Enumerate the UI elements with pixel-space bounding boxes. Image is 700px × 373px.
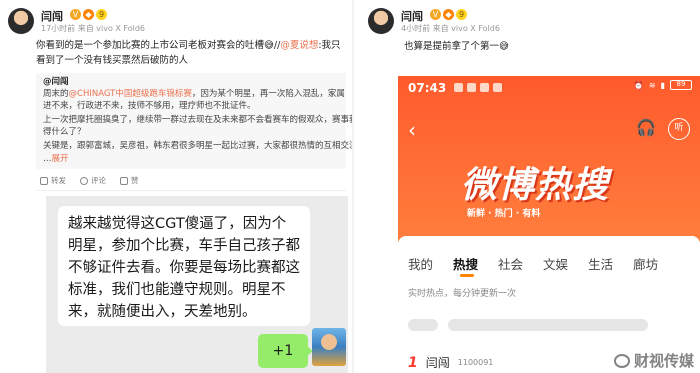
tab-life[interactable]: 生活: [588, 254, 613, 273]
alarm-icon: ⏰: [633, 80, 644, 90]
smile-emoji-icon: 😅: [264, 40, 274, 51]
rank-title: 闫闯: [425, 356, 450, 370]
hot-search-item[interactable]: 1 闫闯 1100091: [408, 354, 493, 371]
app-notification-icon: [480, 83, 489, 92]
mention-link[interactable]: @夏说想: [280, 40, 318, 51]
tab-mine[interactable]: 我的: [408, 254, 433, 273]
member-badge-icon: ◆: [83, 9, 94, 20]
share-button[interactable]: 转发: [40, 175, 66, 186]
tab-hot-search[interactable]: 热搜: [453, 254, 478, 273]
hot-search-banner: 07:43 ⏰ ≋ ▮ 89 ‹ 🎧 听 微博热搜 新鲜 · 热门 · 有料: [398, 76, 700, 244]
smile-emoji-icon: 😅: [499, 41, 509, 52]
status-bar: 07:43 ⏰ ≋ ▮ 89: [398, 76, 700, 98]
retweet-text-a: 周末的: [43, 89, 69, 99]
share-icon: [40, 176, 48, 185]
retweet-line-4: 得什么了？: [43, 127, 86, 137]
post-text: 也算是提前拿了个第一😅: [404, 38, 509, 52]
wifi-icon: ≋: [648, 80, 656, 90]
post-text-main: 你看到的是一个参加比赛的上市公司老板对赛会的吐槽: [36, 40, 265, 51]
chat-message: 越来越觉得这CGT傻逼了，因为个明星，参加个比赛，车手自己孩子都不够证件去看。你…: [58, 206, 310, 326]
comment-label: 评论: [91, 176, 106, 185]
retweet-line-1: 周末的@CHINAGT中国超级跑车锦标赛，因为某个明星，再一次陷入混乱，家属: [43, 88, 345, 100]
rank-heat: 1100091: [457, 358, 494, 367]
watermark-text: 财视传媒: [633, 352, 694, 370]
signal-icon: ▮: [660, 80, 665, 90]
post-text-main: 也算是提前拿了个第一: [404, 41, 500, 52]
back-arrow-icon[interactable]: ‹: [408, 120, 416, 140]
hot-search-tabs: 我的 热搜 社会 文娱 生活 廊坊: [408, 254, 658, 273]
banner-actions: 🎧 听: [636, 118, 690, 140]
user-badges: V ◆ 9: [70, 9, 107, 20]
comment-icon: [80, 176, 88, 185]
retweet-line-3: 上一次把摩托圈搞臭了，继续带一群过去现在及未来都不会看赛车的假观众，赛事获: [43, 115, 358, 125]
blurred-pinned-item: [408, 316, 693, 334]
right-post: 闫闯 V ◆ 9 4小时前 来自 vivo X Fold6 也算是提前拿了个第一…: [354, 0, 700, 373]
level-badge-icon: 9: [456, 9, 467, 20]
post-text: 你看到的是一个参加比赛的上市公司老板对赛会的吐槽😅//@夏说想:我只看到了一个没…: [36, 38, 346, 68]
retweet-card[interactable]: @闫闯 周末的@CHINAGT中国超级跑车锦标赛，因为某个明星，再一次陷入混乱，…: [36, 73, 358, 169]
divider: [36, 190, 346, 191]
tab-society[interactable]: 社会: [498, 254, 523, 273]
v-badge-icon: V: [70, 9, 81, 20]
member-badge-icon: ◆: [443, 9, 454, 20]
left-post: 闫闯 V ◆ 9 17小时前 来自 vivo X Fold6 你看到的是一个参加…: [0, 0, 358, 373]
retweet-expand-row: …展开: [43, 153, 69, 165]
reply-bubble: +1: [258, 334, 313, 368]
notification-icons: [454, 83, 502, 92]
watermark: 财视传媒: [613, 350, 694, 371]
share-label: 转发: [51, 176, 66, 185]
logo-subtitle: 新鲜 · 热门 · 有料: [467, 209, 541, 219]
comment-button[interactable]: 评论: [80, 175, 106, 186]
weibo-hot-search-logo: 微博热搜 新鲜 · 热门 · 有料: [461, 156, 621, 226]
v-badge-icon: V: [430, 9, 441, 20]
retweet-line-2: 进不来，行政进不来，技师不够用，理疗师也不批证件。: [43, 101, 256, 111]
rank-number: 1: [408, 354, 418, 371]
chat-avatar: [312, 328, 346, 366]
retweet-text-b: ，因为某个明星，再一次陷入混乱，家属: [191, 89, 345, 99]
app-notification-icon: [454, 83, 463, 92]
level-badge-icon: 9: [96, 9, 107, 20]
username[interactable]: 闫闯: [401, 8, 423, 24]
phone-screenshot: 07:43 ⏰ ≋ ▮ 89 ‹ 🎧 听 微博热搜 新鲜 · 热门 · 有料 我…: [398, 76, 700, 373]
username[interactable]: 闫闯: [41, 8, 63, 24]
update-note: 实时热点，每分钟更新一次: [408, 289, 517, 299]
chat-screenshot: 越来越觉得这CGT傻逼了，因为个明星，参加个比赛，车手自己孩子都不够证件去看。你…: [46, 196, 348, 373]
screenshot-stage: 闫闯 V ◆ 9 17小时前 来自 vivo X Fold6 你看到的是一个参加…: [0, 0, 700, 373]
user-badges: V ◆ 9: [430, 9, 467, 20]
tab-langfang[interactable]: 廊坊: [633, 254, 658, 273]
post-actions: 转发 评论 赞: [40, 175, 139, 186]
headphones-icon[interactable]: 🎧: [636, 118, 656, 140]
retweet-author-name[interactable]: @闫闯: [43, 77, 69, 87]
retweet-author: @闫闯: [43, 76, 69, 88]
avatar[interactable]: [368, 8, 394, 34]
like-button[interactable]: 赞: [120, 175, 139, 186]
status-right: ⏰ ≋ ▮ 89: [634, 80, 692, 90]
post-header: 闫闯 V ◆ 9 17小时前 来自 vivo X Fold6: [8, 6, 348, 36]
blurred-block: [408, 319, 438, 331]
app-notification-icon: [467, 83, 476, 92]
like-label: 赞: [131, 176, 139, 185]
logo-text: 微博热搜: [461, 165, 610, 206]
avatar[interactable]: [8, 8, 34, 34]
like-icon: [120, 176, 128, 185]
tab-entertainment[interactable]: 文娱: [543, 254, 568, 273]
retweet-line-5: 关键是，跟郭富城，吴彦祖，韩东君很多明星一起比过赛，大家都很热情的互相交流: [43, 141, 358, 151]
active-tab-indicator: [460, 274, 474, 277]
post-meta: 17小时前 来自 vivo X Fold6: [41, 24, 146, 33]
status-time: 07:43: [408, 81, 447, 95]
expand-link[interactable]: 展开: [52, 154, 69, 164]
battery-icon: 89: [670, 80, 692, 90]
dots-icon: …: [43, 154, 52, 164]
weibo-logo-icon: [613, 353, 630, 368]
listen-button[interactable]: 听: [668, 118, 690, 140]
retweet-mention-link[interactable]: @CHINAGT中国超级跑车锦标赛: [69, 89, 192, 99]
blurred-block: [448, 319, 648, 331]
app-notification-icon: [493, 83, 502, 92]
post-meta: 4小时前 来自 vivo X Fold6: [401, 24, 500, 33]
post-header-right: 闫闯 V ◆ 9 4小时前 来自 vivo X Fold6: [368, 6, 700, 36]
